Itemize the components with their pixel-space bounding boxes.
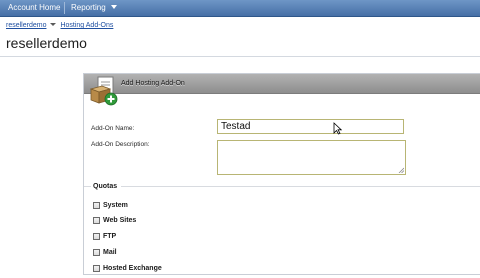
quota-system-label: System — [103, 201, 128, 209]
quota-web-sites-checkbox[interactable] — [93, 217, 100, 225]
page-title: resellerdemo — [6, 35, 87, 51]
nav-reporting-menu[interactable]: Reporting — [64, 2, 117, 14]
panel-header-title: Add Hosting Add-On — [121, 80, 185, 87]
addon-description-textarea[interactable] — [217, 140, 406, 175]
quota-mail-checkbox[interactable] — [93, 249, 100, 257]
text-cursor-icon — [333, 122, 342, 135]
quota-row-mail[interactable]: Mail — [93, 244, 117, 257]
quota-row-ftp[interactable]: FTP — [93, 228, 117, 241]
quota-ftp-label: FTP — [103, 232, 117, 240]
quotas-divider-right — [121, 186, 480, 187]
quotas-divider-left — [84, 186, 91, 187]
quota-mail-label: Mail — [103, 248, 117, 256]
quota-row-web-sites[interactable]: Web Sites — [93, 212, 137, 225]
quota-web-sites-label: Web Sites — [103, 216, 137, 224]
quota-hosted-exchange-checkbox[interactable] — [93, 265, 100, 273]
breadcrumb-link-reseller[interactable]: resellerdemo — [6, 22, 46, 29]
nav-account-home[interactable]: Account Home — [8, 2, 60, 14]
breadcrumb: resellerdemo Hosting Add-Ons — [6, 21, 113, 31]
quota-system-checkbox[interactable] — [93, 202, 100, 210]
breadcrumb-separator-icon — [50, 23, 57, 26]
addon-description-label: Add-On Description: — [91, 141, 150, 148]
chevron-down-icon — [110, 5, 117, 9]
panel-header: Add Hosting Add-On — [84, 74, 480, 94]
breadcrumb-link-hosting-addons[interactable]: Hosting Add-Ons — [60, 22, 113, 29]
quota-row-system[interactable]: System — [93, 197, 128, 210]
addon-name-input[interactable] — [217, 119, 404, 134]
addon-name-label: Add-On Name: — [91, 125, 135, 132]
title-divider — [0, 56, 480, 57]
quota-ftp-checkbox[interactable] — [93, 233, 100, 241]
quota-row-hosted-exchange[interactable]: Hosted Exchange — [93, 260, 162, 273]
nav-reporting-label: Reporting — [71, 3, 106, 12]
top-navigation-bar: Account Home Reporting — [0, 0, 480, 17]
quota-hosted-exchange-label: Hosted Exchange — [103, 264, 162, 272]
hosting-addon-package-icon — [89, 76, 118, 106]
quotas-section-title: Quotas — [93, 183, 118, 190]
resize-grip-icon[interactable] — [398, 167, 404, 173]
